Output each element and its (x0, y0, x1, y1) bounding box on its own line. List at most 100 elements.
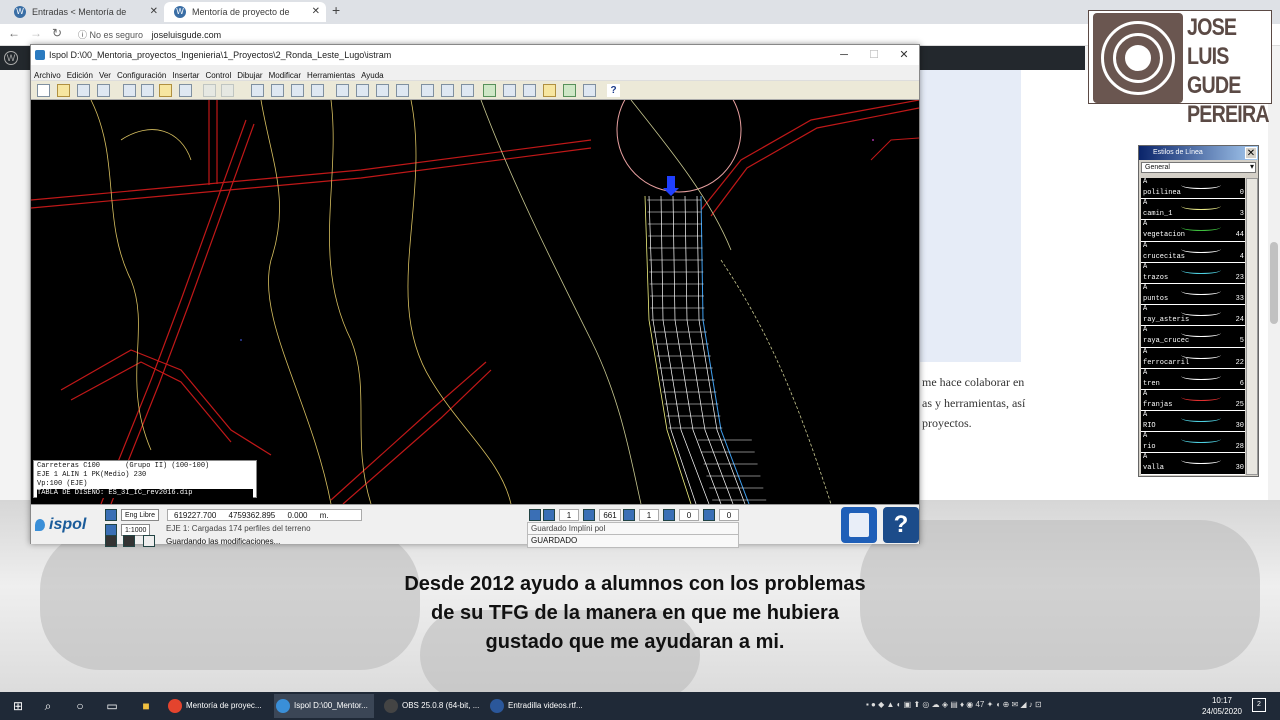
cad-drawing-canvas[interactable]: Carreteras C100 (Grupo II) (100-100) EJE … (31, 100, 919, 504)
taskbar-app[interactable]: Entradilla videos.rtf... (488, 694, 588, 718)
windows-icon[interactable] (583, 84, 596, 97)
line-style-item[interactable]: Aferrocarril 22 (1141, 348, 1245, 369)
line-style-item[interactable]: Ario 28 (1141, 432, 1245, 454)
flag-icon[interactable] (523, 84, 536, 97)
line-style-item[interactable]: Acamin_1 3 (1141, 199, 1245, 221)
forward-icon[interactable]: → (30, 26, 42, 40)
style-group-select[interactable]: General (1141, 162, 1256, 173)
line-style-item[interactable]: Atren 6 (1141, 369, 1245, 390)
scrollbar-thumb[interactable] (1270, 242, 1278, 324)
search-icon[interactable]: ⌕ (40, 698, 56, 714)
triangle-icon[interactable] (623, 509, 635, 521)
table-icon[interactable] (396, 84, 409, 97)
blocks-icon[interactable] (421, 84, 434, 97)
line-style-item[interactable]: Acrucecitas 4 (1141, 242, 1245, 263)
system-tray-icons[interactable]: ▪ ● ◆ ▲ ◐ ▣ ⬆ ◎ ☁ ◈ ▤ ♦ ◉ 47 ✦ ◖ ⊕ ✉ ◢ ♪… (866, 700, 1196, 712)
redo-icon[interactable] (221, 84, 234, 97)
task-view-icon[interactable]: ▭ (104, 698, 120, 714)
style-list-scrollbar[interactable] (1246, 178, 1258, 475)
text-icon[interactable] (376, 84, 389, 97)
settings-gear-icon[interactable] (483, 84, 496, 97)
eng-libre-button[interactable]: Eng Libre (121, 509, 159, 521)
close-tab-icon[interactable]: ✕ (312, 2, 320, 22)
line-style-item[interactable]: Atrazos 23 (1141, 263, 1245, 284)
save-floppy-button[interactable] (841, 507, 877, 543)
browser-tab-mentoria[interactable]: W Mentoría de proyecto de Ingenie ✕ (164, 2, 326, 37)
value-field-3[interactable]: 1 (639, 509, 659, 521)
delete-icon[interactable] (179, 84, 192, 97)
system-clock[interactable]: 10:17 24/05/2020 (1200, 695, 1244, 717)
taskbar-app[interactable]: Mentoría de proyec... (166, 694, 266, 718)
text-height-icon[interactable] (663, 509, 675, 521)
line-style-item[interactable]: Avegetacion 44 (1141, 220, 1245, 242)
taskbar-app-label: OBS 25.0.8 (64-bit, ... (402, 701, 480, 710)
close-icon[interactable]: ✕ (1245, 147, 1257, 159)
zoom-window-icon[interactable] (251, 84, 264, 97)
hatch-icon[interactable] (703, 509, 715, 521)
notification-icon[interactable]: 2 (1252, 698, 1266, 712)
blank-icon[interactable] (143, 535, 155, 547)
paste-icon[interactable] (159, 84, 172, 97)
line-style-item[interactable]: A RIO 30 (1141, 411, 1245, 433)
export-icon[interactable] (563, 84, 576, 97)
lock-icon[interactable] (461, 84, 474, 97)
cortana-icon[interactable]: ○ (72, 698, 88, 714)
m-mode-icon[interactable] (543, 509, 555, 521)
taskbar-app[interactable]: Ispol D:\00_Mentor... (274, 694, 374, 718)
print-icon[interactable] (97, 84, 110, 97)
page-text-line: as y herramientas, así (922, 396, 1026, 410)
line-width-icon[interactable] (583, 509, 595, 521)
coord-unit: m. (319, 511, 329, 520)
reload-icon[interactable]: ↻ (52, 26, 62, 40)
help-cursor-icon[interactable]: ? (607, 84, 620, 97)
minimize-button[interactable]: ─ (829, 45, 859, 65)
windows-start-icon[interactable]: ⊞ (10, 698, 26, 714)
save-icon[interactable] (77, 84, 90, 97)
url-field[interactable]: ⓘ No es seguro joseluisgude.com (78, 28, 221, 41)
close-tab-icon[interactable]: ✕ (150, 2, 158, 22)
line-style-item[interactable]: Apolilinea 0 (1141, 178, 1245, 200)
camera-icon[interactable] (105, 535, 117, 547)
line-style-name: valla (1143, 464, 1165, 473)
value-field-1[interactable]: 1 (559, 509, 579, 521)
line-style-item[interactable]: Aray_asteris 24 (1141, 305, 1245, 327)
zoom-previous-icon[interactable] (291, 84, 304, 97)
brand-logo: JOSE LUIS GUDE PEREIRA (1088, 10, 1272, 128)
line-style-item[interactable]: Afranjas 25 (1141, 390, 1245, 412)
close-button[interactable]: ✕ (889, 45, 919, 65)
copy-icon[interactable] (141, 84, 154, 97)
value-field-5[interactable]: 0 (719, 509, 739, 521)
taskbar-app[interactable]: OBS 25.0.8 (64-bit, ... (382, 694, 482, 718)
image-icon[interactable] (503, 84, 516, 97)
open-folder-icon[interactable] (57, 84, 70, 97)
help-button[interactable]: ? (883, 507, 919, 543)
layer-icon[interactable] (336, 84, 349, 97)
print-preview-icon[interactable] (123, 535, 135, 547)
menu-bar: Archivo Edición Ver Configuración Insertar Co… (31, 65, 919, 80)
zoom-all-icon[interactable] (311, 84, 324, 97)
new-tab-button[interactable]: + (332, 2, 340, 18)
line-style-name: camin_1 (1143, 210, 1173, 219)
line-style-name: polilinea (1143, 189, 1181, 197)
line-style-item[interactable]: Avalla 30 (1141, 453, 1245, 475)
zoom-extents-icon[interactable] (271, 84, 284, 97)
text-style-icon[interactable] (356, 84, 369, 97)
new-file-icon[interactable] (37, 84, 50, 97)
file-explorer-icon[interactable]: ■ (138, 698, 154, 714)
layers-stack-icon[interactable] (441, 84, 454, 97)
wordpress-logo-icon[interactable]: W (4, 51, 18, 65)
panel-header: Estilos de Línea ✕ (1139, 146, 1258, 160)
back-icon[interactable]: ← (8, 26, 20, 40)
value-field-2[interactable]: 661 (599, 509, 621, 521)
line-style-item[interactable]: Araya_crucec 5 (1141, 326, 1245, 348)
grid-icon[interactable] (105, 509, 117, 521)
cut-icon[interactable] (123, 84, 136, 97)
line-style-item[interactable]: Apuntos 33 (1141, 284, 1245, 306)
layer-level-icon[interactable] (529, 509, 541, 521)
maximize-button[interactable]: ☐ (859, 45, 889, 65)
pencil-icon[interactable] (543, 84, 556, 97)
value-field-4[interactable]: 0 (679, 509, 699, 521)
ispol-logo: ispol (35, 511, 99, 539)
browser-tab-entradas[interactable]: W Entradas < Mentoría de proyecto ✕ (4, 2, 164, 37)
undo-icon[interactable] (203, 84, 216, 97)
